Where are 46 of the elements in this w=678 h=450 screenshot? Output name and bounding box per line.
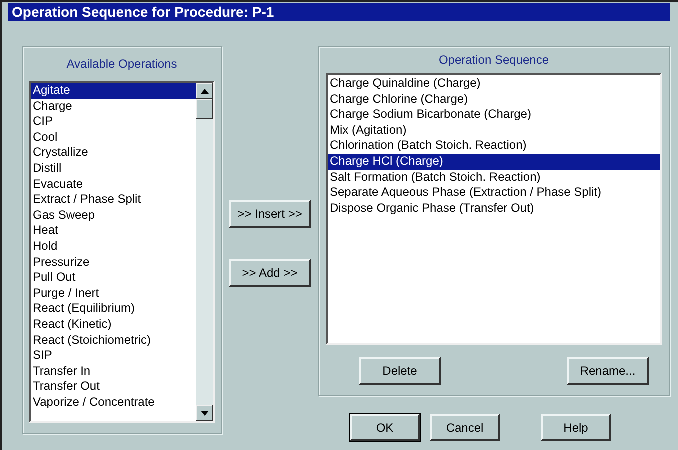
dialog-button[interactable]: Help [541, 414, 611, 441]
scroll-thumb[interactable] [196, 99, 213, 119]
scrollbar[interactable] [196, 83, 213, 421]
list-item[interactable]: Pull Out [31, 270, 196, 286]
list-item[interactable]: Dispose Organic Phase (Transfer Out) [328, 200, 660, 216]
list-item[interactable]: Gas Sweep [31, 208, 196, 224]
list-item[interactable]: Transfer In [31, 364, 196, 380]
list-item[interactable]: Charge HCl (Charge) [328, 154, 660, 170]
group-label: Available Operations [66, 57, 178, 71]
list-item[interactable]: Pressurize [31, 254, 196, 270]
list-item[interactable]: Salt Formation (Batch Stoich. Reaction) [328, 170, 660, 186]
dialog-button[interactable]: Cancel [430, 414, 500, 441]
list-box[interactable] [29, 81, 215, 423]
list-action-button[interactable]: Delete [359, 357, 441, 385]
list-item[interactable]: Separate Aqueous Phase (Extraction / Phase Split) [328, 185, 660, 201]
list-item[interactable]: Cool [31, 130, 196, 146]
list-item[interactable]: SIP [31, 348, 196, 364]
list-item[interactable]: Chlorination (Batch Stoich. Reaction) [328, 138, 660, 154]
list-item[interactable]: React (Equilibrium) [31, 301, 196, 317]
list-box[interactable] [326, 73, 662, 345]
list-item[interactable]: Evacuate [31, 176, 196, 192]
list-item[interactable]: Transfer Out [31, 379, 196, 395]
list-item[interactable]: Charge Sodium Bicarbonate (Charge) [328, 107, 660, 123]
list-item[interactable]: Charge Chlorine (Charge) [328, 92, 660, 108]
list-item[interactable]: CIP [31, 114, 196, 130]
list-item[interactable]: React (Stoichiometric) [31, 332, 196, 348]
list-action-button[interactable]: Rename... [567, 357, 649, 385]
transfer-button[interactable]: >> Add >> [229, 259, 311, 287]
list-item[interactable]: Mix (Agitation) [328, 122, 660, 138]
dialog-button[interactable]: OK [350, 414, 420, 441]
list-item[interactable]: Heat [31, 223, 196, 239]
list-item[interactable]: Vaporize / Concentrate [31, 394, 196, 410]
scroll-down-icon[interactable] [196, 405, 213, 421]
scroll-up-icon[interactable] [196, 83, 213, 99]
list-item[interactable]: Crystallize [31, 145, 196, 161]
list-item[interactable]: React (Kinetic) [31, 316, 196, 332]
list-item[interactable]: Agitate [31, 83, 196, 99]
list-item[interactable]: Purge / Inert [31, 286, 196, 302]
transfer-button[interactable]: >> Insert >> [229, 200, 311, 228]
window-title: Operation Sequence for Procedure: P-1 [12, 4, 274, 20]
list-item[interactable]: Hold [31, 238, 196, 255]
list-item[interactable]: Distill [31, 160, 196, 177]
list-item[interactable]: Charge [31, 98, 196, 114]
group-label: Operation Sequence [438, 53, 550, 67]
list-item[interactable]: Extract / Phase Split [31, 192, 196, 208]
list-item[interactable]: Charge Quinaldine (Charge) [328, 76, 660, 92]
